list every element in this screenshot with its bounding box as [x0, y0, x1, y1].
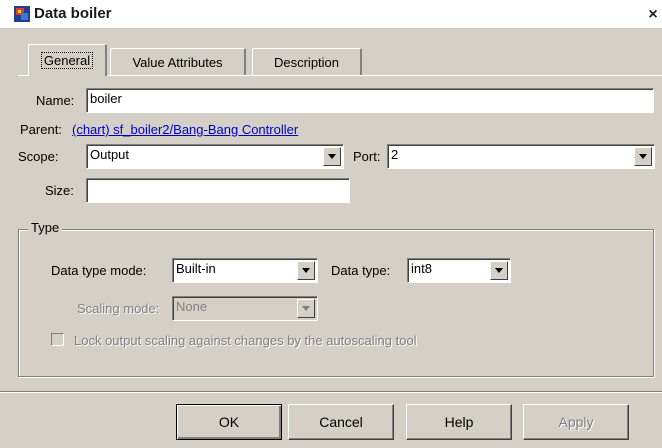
data-type-label: Data type: — [331, 263, 391, 278]
chevron-down-icon[interactable] — [634, 147, 652, 166]
apply-button: Apply — [523, 404, 629, 440]
tab-general[interactable]: General — [28, 44, 107, 76]
port-value: 2 — [391, 147, 399, 162]
data-type-mode-label: Data type mode: — [51, 263, 147, 278]
data-type-mode-value: Built-in — [176, 261, 216, 276]
button-separator — [0, 391, 662, 393]
tab-value-attributes-label: Value Attributes — [132, 54, 223, 70]
tab-general-label: General — [40, 52, 94, 69]
tab-description-label: Description — [273, 54, 340, 70]
data-type-value: int8 — [411, 261, 432, 276]
chevron-down-icon[interactable] — [490, 261, 508, 280]
lock-scaling-label: Lock output scaling against changes by t… — [74, 333, 417, 348]
port-label: Port: — [353, 149, 381, 164]
size-label: Size: — [45, 183, 74, 198]
scaling-mode-label: Scaling mode: — [77, 301, 160, 316]
tab-value-attributes[interactable]: Value Attributes — [110, 48, 246, 75]
scope-value: Output — [90, 147, 130, 162]
ok-button[interactable]: OK — [176, 404, 282, 440]
scope-dropdown[interactable]: Output — [86, 144, 344, 169]
lock-scaling-checkbox[interactable] — [51, 333, 64, 346]
tab-description[interactable]: Description — [252, 48, 362, 75]
chevron-down-icon[interactable] — [297, 261, 315, 280]
help-button[interactable]: Help — [406, 404, 512, 440]
data-type-mode-dropdown[interactable]: Built-in — [172, 258, 318, 283]
chevron-down-icon[interactable] — [323, 147, 341, 166]
tab-panel-border — [18, 75, 662, 76]
parent-link[interactable]: (chart) sf_boiler2/Bang-Bang Controller — [72, 122, 298, 137]
scaling-mode-dropdown: None — [172, 296, 318, 321]
port-dropdown[interactable]: 2 — [387, 144, 655, 169]
chevron-down-icon — [297, 299, 315, 318]
name-label: Name: — [36, 93, 75, 108]
scaling-mode-value: None — [176, 299, 208, 314]
name-field[interactable]: boiler — [86, 88, 654, 113]
scope-label: Scope: — [18, 149, 59, 164]
stateflow-data-icon — [14, 6, 30, 22]
data-type-dropdown[interactable]: int8 — [407, 258, 511, 283]
close-icon[interactable]: × — [644, 6, 662, 24]
cancel-button[interactable]: Cancel — [288, 404, 394, 440]
size-field[interactable] — [86, 178, 350, 203]
parent-label: Parent: — [20, 122, 62, 137]
type-group-label: Type — [28, 220, 63, 235]
window-title: Data boiler — [34, 5, 112, 22]
